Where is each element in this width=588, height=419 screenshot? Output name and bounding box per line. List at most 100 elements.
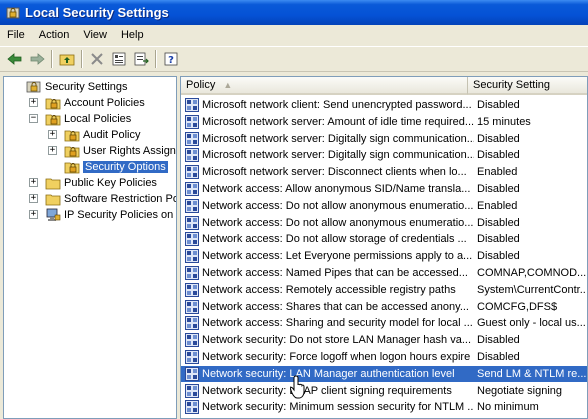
security-setting-value: Disabled xyxy=(477,183,520,195)
expand-icon[interactable]: + xyxy=(29,210,38,219)
sort-ascending-icon: ▲ xyxy=(223,80,233,90)
policy-icon xyxy=(185,383,199,398)
table-row[interactable]: Microsoft network client: Send unencrypt… xyxy=(181,97,587,113)
policy-name: Network security: LDAP client signing re… xyxy=(202,384,452,397)
table-row[interactable]: Microsoft network server: Amount of idle… xyxy=(181,114,587,130)
policy-icon xyxy=(185,148,199,163)
properties-icon[interactable] xyxy=(108,48,130,70)
table-row[interactable]: Microsoft network server: Disconnect cli… xyxy=(181,164,587,180)
tree-node-public-key-policies[interactable]: Public Key Policies xyxy=(45,175,157,191)
policy-name: Network access: Named Pipes that can be … xyxy=(202,267,468,279)
table-row[interactable]: Network access: Do not allow anonymous e… xyxy=(181,215,587,231)
table-row[interactable]: Network security: Force logoff when logo… xyxy=(181,349,587,365)
tree-node-security-settings[interactable]: Security Settings xyxy=(26,79,128,95)
security-setting-value: Disabled xyxy=(477,99,520,111)
policy-name: Microsoft network client: Send unencrypt… xyxy=(202,99,472,111)
back-icon[interactable] xyxy=(4,48,26,70)
security-setting-value: Disabled xyxy=(477,250,520,263)
table-row[interactable]: Microsoft network server: Digitally sign… xyxy=(181,147,587,163)
security-setting-value: COMNAP,COMNOD... xyxy=(477,267,586,279)
policy-name: Network security: Minimum session securi… xyxy=(202,401,474,414)
table-row[interactable]: Network security: Minimum session securi… xyxy=(181,399,587,415)
security-setting-value: Disabled xyxy=(477,132,520,145)
menu-item-help[interactable]: Help xyxy=(114,29,151,41)
tree-node-user-rights-assignmer[interactable]: User Rights Assignmer xyxy=(64,143,176,159)
column-header-label: Policy xyxy=(186,79,216,91)
security-setting-value: Disabled xyxy=(477,149,520,162)
security-settings-icon xyxy=(26,81,41,93)
window-title: Local Security Settings xyxy=(25,5,169,20)
ip-security-icon xyxy=(46,208,61,221)
toolbar-separator xyxy=(155,50,157,68)
menu-item-action[interactable]: Action xyxy=(32,29,77,41)
policy-name: Microsoft network server: Digitally sign… xyxy=(202,132,474,145)
column-header-policy[interactable]: Policy ▲ xyxy=(181,77,468,95)
tree-node-audit-policy[interactable]: Audit Policy xyxy=(64,127,140,143)
policy-icon xyxy=(185,232,199,247)
tree-node-label: Local Policies xyxy=(64,113,132,125)
policy-name: Network access: Shares that can be acces… xyxy=(202,300,469,313)
delete-icon[interactable] xyxy=(86,48,108,70)
forward-icon[interactable] xyxy=(26,48,48,70)
policy-name: Microsoft network server: Digitally sign… xyxy=(202,149,474,162)
policy-list[interactable]: Policy ▲ Security Setting Microsoft netw… xyxy=(180,76,588,419)
table-row[interactable]: Network security: LAN Manager authentica… xyxy=(181,365,587,382)
security-setting-value: Enabled xyxy=(477,166,518,179)
security-setting-value: Enabled xyxy=(477,199,518,212)
security-setting-value: Disabled xyxy=(477,351,520,363)
lock-folder-icon xyxy=(64,146,80,158)
tree-node-software-restriction-policie[interactable]: Software Restriction Policie xyxy=(45,191,176,207)
policy-name: Network access: Do not allow storage of … xyxy=(202,233,467,246)
expand-icon[interactable]: + xyxy=(29,98,38,107)
svg-text:?: ? xyxy=(168,55,174,66)
table-row[interactable]: Network access: Do not allow anonymous e… xyxy=(181,198,587,214)
table-row[interactable]: Network access: Shares that can be acces… xyxy=(181,299,587,315)
security-setting-value: No minimum xyxy=(477,401,539,414)
policy-name: Microsoft network server: Disconnect cli… xyxy=(202,166,467,179)
table-row[interactable]: Network access: Named Pipes that can be … xyxy=(181,265,587,281)
policy-icon xyxy=(185,316,199,331)
menu-item-file[interactable]: File xyxy=(0,29,32,41)
tree-node-label: Account Policies xyxy=(64,97,145,109)
table-row[interactable]: Network access: Do not allow storage of … xyxy=(181,231,587,247)
export-list-icon[interactable] xyxy=(130,48,152,70)
policy-name: Network access: Remotely accessible regi… xyxy=(202,283,456,296)
collapse-icon[interactable]: − xyxy=(29,114,38,123)
table-row[interactable]: Network access: Remotely accessible regi… xyxy=(181,282,587,298)
table-row[interactable]: Network access: Allow anonymous SID/Name… xyxy=(181,181,587,197)
tree-node-security-options[interactable]: Security Options xyxy=(64,159,168,175)
tree-node-account-policies[interactable]: Account Policies xyxy=(45,95,145,111)
table-row[interactable]: Microsoft network server: Digitally sign… xyxy=(181,131,587,147)
expand-icon[interactable]: + xyxy=(29,194,38,203)
security-setting-value: COMCFG,DFS$ xyxy=(477,300,558,313)
policy-icon xyxy=(185,333,199,348)
menu-bar: File Action View Help xyxy=(0,25,588,45)
table-row[interactable]: Network access: Sharing and security mod… xyxy=(181,315,587,331)
toolbar-separator xyxy=(51,50,53,68)
tree-node-local-policies[interactable]: Local Policies xyxy=(45,111,131,127)
tree-node-label: Software Restriction Policie xyxy=(64,193,176,205)
policy-name: Network access: Allow anonymous SID/Name… xyxy=(202,183,471,195)
tree-node-ip-security-policies-on-loc[interactable]: IP Security Policies on Loc xyxy=(45,207,176,223)
up-folder-icon[interactable] xyxy=(56,48,78,70)
policy-name: Microsoft network server: Amount of idle… xyxy=(202,115,474,128)
title-bar[interactable]: Local Security Settings xyxy=(0,0,588,25)
column-header-security-setting[interactable]: Security Setting xyxy=(468,77,587,95)
policy-name: Network access: Let Everyone permissions… xyxy=(202,250,473,263)
policy-icon xyxy=(185,165,199,180)
expand-icon[interactable]: + xyxy=(29,178,38,187)
policy-icon xyxy=(185,98,199,112)
expand-icon[interactable]: + xyxy=(48,146,57,155)
table-row[interactable]: Network access: Let Everyone permissions… xyxy=(181,248,587,264)
tree-pane[interactable]: Security Settings Account Policies + Local … xyxy=(3,76,177,419)
policy-name: Network security: Force logoff when logo… xyxy=(202,351,471,363)
menu-item-view[interactable]: View xyxy=(76,29,114,41)
expand-icon[interactable]: + xyxy=(48,130,57,139)
table-row[interactable]: Network security: LDAP client signing re… xyxy=(181,383,587,399)
toolbar: ? xyxy=(0,46,588,72)
table-row[interactable]: Network security: Do not store LAN Manag… xyxy=(181,332,587,348)
security-setting-value: Guest only - local us... xyxy=(477,317,586,330)
help-icon[interactable]: ? xyxy=(160,48,182,70)
security-settings-icon xyxy=(6,7,20,18)
policy-icon xyxy=(185,198,199,213)
